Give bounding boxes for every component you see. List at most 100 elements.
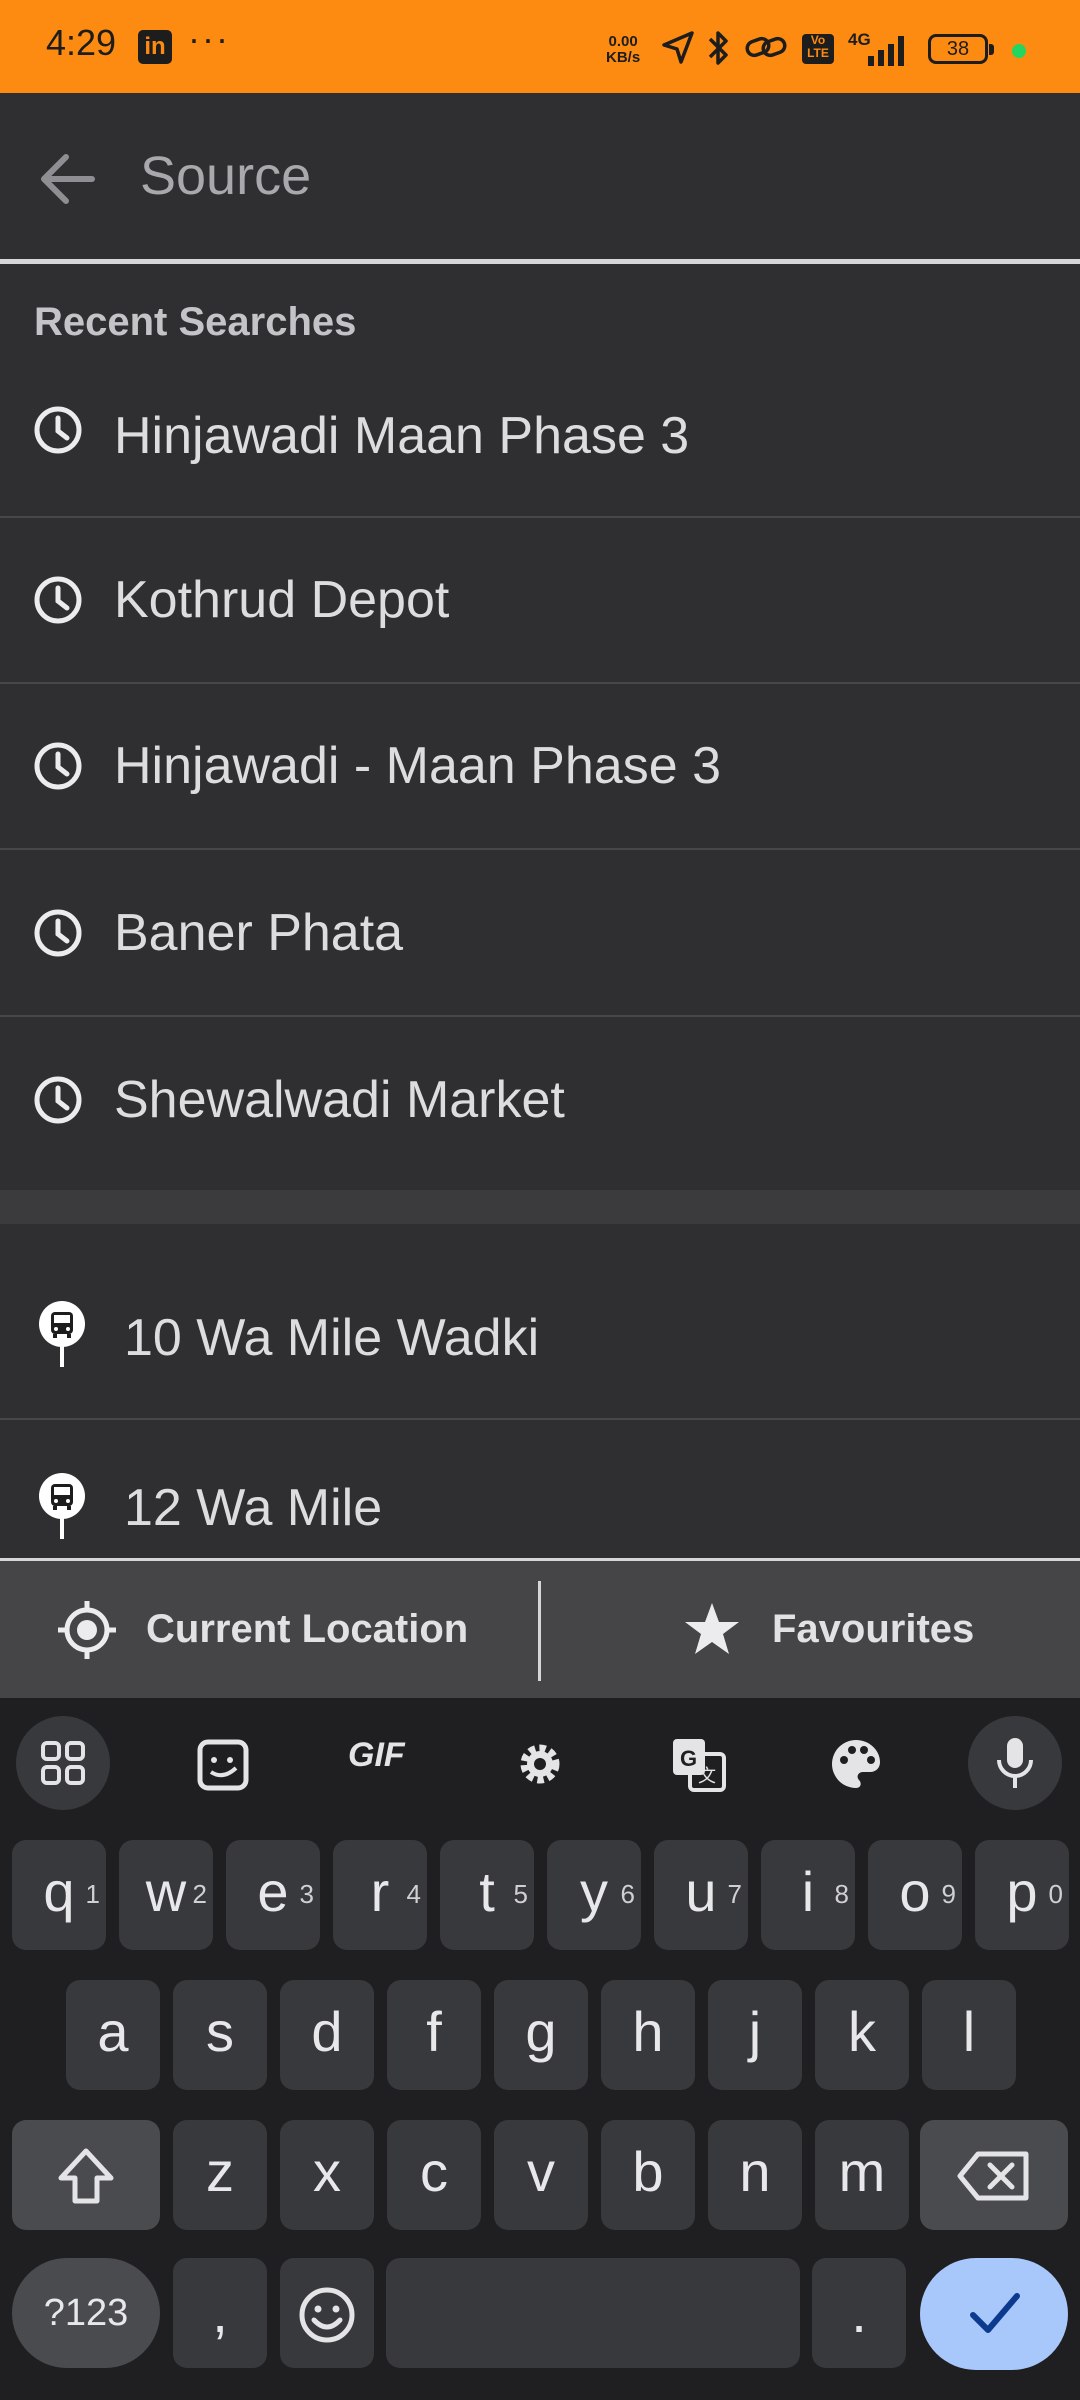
enter-key[interactable] bbox=[920, 2258, 1068, 2370]
source-search-input[interactable]: Source bbox=[140, 145, 311, 207]
key-e[interactable]: e3 bbox=[226, 1840, 320, 1950]
privacy-indicator-dot bbox=[1012, 44, 1026, 58]
key-number-hint: 1 bbox=[85, 1879, 100, 1909]
net-speed: 0.00 KB/s bbox=[606, 34, 640, 66]
bus-stop-icon bbox=[39, 1301, 85, 1367]
key-y[interactable]: y6 bbox=[547, 1840, 641, 1950]
key-r[interactable]: r4 bbox=[333, 1840, 427, 1950]
key-number-hint: 9 bbox=[941, 1879, 956, 1909]
location-icon bbox=[662, 31, 694, 64]
recent-search-item[interactable]: Kothrud Depot bbox=[0, 518, 1080, 684]
bottom-action-bar: Current Location Favourites bbox=[0, 1558, 1080, 1698]
shift-key[interactable] bbox=[12, 2120, 160, 2230]
recent-search-label: Kothrud Depot bbox=[114, 571, 450, 629]
clock-icon bbox=[34, 576, 82, 624]
backspace-icon bbox=[957, 2151, 1029, 2201]
key-i[interactable]: i8 bbox=[761, 1840, 855, 1950]
clock-icon bbox=[34, 742, 82, 790]
key-h[interactable]: h bbox=[601, 1980, 695, 2090]
volte-icon: Vo LTE bbox=[802, 34, 834, 64]
comma-key[interactable]: , bbox=[173, 2258, 267, 2368]
arrow-left-icon[interactable] bbox=[36, 147, 100, 211]
shift-arrow-icon bbox=[58, 2148, 114, 2204]
crosshair-icon bbox=[58, 1601, 116, 1659]
status-time: 4:29 bbox=[46, 22, 117, 63]
linkedin-icon: in bbox=[138, 30, 172, 64]
key-n[interactable]: n bbox=[708, 2120, 802, 2230]
key-w[interactable]: w2 bbox=[119, 1840, 213, 1950]
key-char: o bbox=[899, 1860, 931, 1923]
key-x[interactable]: x bbox=[280, 2120, 374, 2230]
space-key[interactable] bbox=[386, 2258, 800, 2368]
key-c[interactable]: c bbox=[387, 2120, 481, 2230]
signal-icon bbox=[868, 36, 904, 66]
recent-search-item[interactable]: Baner Phata bbox=[0, 851, 1080, 1017]
favourites-button[interactable]: Favourites bbox=[541, 1561, 1080, 1698]
palette-icon[interactable] bbox=[828, 1736, 884, 1792]
settings-gear-icon[interactable] bbox=[512, 1736, 568, 1792]
star-icon bbox=[685, 1603, 739, 1654]
key-u[interactable]: u7 bbox=[654, 1840, 748, 1950]
header-divider bbox=[0, 259, 1080, 264]
key-m[interactable]: m bbox=[815, 2120, 909, 2230]
key-f[interactable]: f bbox=[387, 1980, 481, 2090]
current-location-button[interactable]: Current Location bbox=[0, 1561, 538, 1698]
key-s[interactable]: s bbox=[173, 1980, 267, 2090]
clock-icon bbox=[34, 1076, 82, 1124]
key-a[interactable]: a bbox=[66, 1980, 160, 2090]
key-o[interactable]: o9 bbox=[868, 1840, 962, 1950]
bus-stop-item[interactable]: 10 Wa Mile Wadki bbox=[0, 1224, 1080, 1420]
svg-text:文: 文 bbox=[698, 1766, 716, 1786]
translate-icon[interactable]: G文 bbox=[670, 1736, 728, 1794]
key-number-hint: 5 bbox=[513, 1879, 528, 1909]
key-char: e bbox=[257, 1860, 289, 1923]
key-j[interactable]: j bbox=[708, 1980, 802, 2090]
grid-icon bbox=[41, 1741, 85, 1785]
clock-icon bbox=[34, 909, 82, 957]
section-separator bbox=[0, 1190, 1080, 1224]
key-t[interactable]: t5 bbox=[440, 1840, 534, 1950]
period-key[interactable]: . bbox=[812, 2258, 906, 2368]
gif-button[interactable]: GIF bbox=[348, 1736, 405, 1775]
key-k[interactable]: k bbox=[815, 1980, 909, 2090]
sticker-icon[interactable] bbox=[196, 1738, 250, 1792]
backspace-key[interactable] bbox=[920, 2120, 1068, 2230]
key-number-hint: 3 bbox=[299, 1879, 314, 1909]
bus-stop-item[interactable]: 12 Wa Mile bbox=[0, 1420, 1080, 1558]
recent-search-label: Shewalwadi Market bbox=[114, 1071, 565, 1129]
more-notifications-icon: ··· bbox=[188, 18, 230, 59]
apps-grid-button[interactable] bbox=[16, 1716, 110, 1810]
recent-search-item[interactable]: Hinjawadi Maan Phase 3 bbox=[0, 354, 1080, 518]
recent-search-item[interactable]: Hinjawadi - Maan Phase 3 bbox=[0, 684, 1080, 850]
key-number-hint: 2 bbox=[192, 1879, 207, 1909]
emoji-key[interactable] bbox=[280, 2258, 374, 2368]
key-number-hint: 0 bbox=[1048, 1879, 1063, 1909]
key-p[interactable]: p0 bbox=[975, 1840, 1069, 1950]
clock-icon bbox=[34, 406, 82, 454]
key-z[interactable]: z bbox=[173, 2120, 267, 2230]
key-char: y bbox=[580, 1860, 608, 1923]
recent-search-label: Baner Phata bbox=[114, 904, 404, 962]
key-char: w bbox=[145, 1860, 187, 1923]
voice-input-button[interactable] bbox=[968, 1716, 1062, 1810]
bus-stop-icon bbox=[39, 1473, 85, 1539]
bus-stop-label: 10 Wa Mile Wadki bbox=[124, 1309, 540, 1367]
key-q[interactable]: q1 bbox=[12, 1840, 106, 1950]
favourites-label: Favourites bbox=[772, 1607, 975, 1651]
key-v[interactable]: v bbox=[494, 2120, 588, 2230]
symbols-key[interactable]: ?123 bbox=[12, 2258, 160, 2368]
key-number-hint: 6 bbox=[620, 1879, 635, 1909]
key-d[interactable]: d bbox=[280, 1980, 374, 2090]
keyboard: GIF G文 q1 w2 e3 r4 t5 y6 u7 i8 o9 p0 a s… bbox=[0, 1698, 1080, 2400]
key-char: r bbox=[370, 1860, 390, 1923]
net-speed-unit: KB/s bbox=[606, 49, 641, 66]
svg-text:G: G bbox=[680, 1746, 697, 1771]
key-l[interactable]: l bbox=[922, 1980, 1016, 2090]
net-speed-value: 0.00 bbox=[608, 33, 638, 50]
bus-stop-label: 12 Wa Mile bbox=[124, 1479, 383, 1537]
key-b[interactable]: b bbox=[601, 2120, 695, 2230]
key-number-hint: 8 bbox=[834, 1879, 849, 1909]
recent-search-item[interactable]: Shewalwadi Market bbox=[0, 1018, 1080, 1190]
key-g[interactable]: g bbox=[494, 1980, 588, 2090]
key-number-hint: 7 bbox=[727, 1879, 742, 1909]
